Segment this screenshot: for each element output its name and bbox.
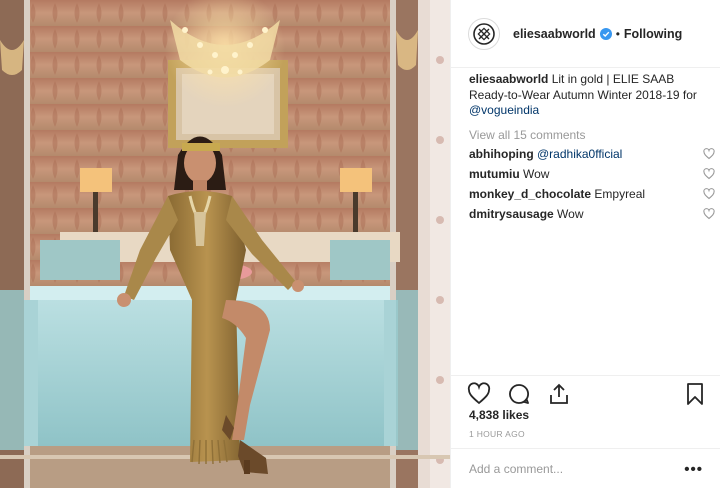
post-header: eliesaabworld • Following <box>451 0 720 68</box>
post-timestamp: 1 HOUR AGO <box>469 429 525 439</box>
following-button[interactable]: Following <box>624 27 682 41</box>
more-options-button[interactable]: ••• <box>684 461 703 478</box>
header-separator: • <box>615 26 620 41</box>
comment-text: Wow <box>523 166 550 181</box>
comment-text: Wow <box>557 206 584 221</box>
comment-username[interactable]: abhihoping <box>469 147 534 161</box>
comments-section: eliesaabworld Lit in gold | ELIE SAAB Re… <box>469 72 715 222</box>
bookmark-icon[interactable] <box>683 382 707 406</box>
add-comment-input[interactable] <box>469 461 669 476</box>
caption-mention-link[interactable]: @vogueindia <box>469 103 539 117</box>
view-all-comments-link[interactable]: View all 15 comments <box>469 128 709 142</box>
comment-text: Empyreal <box>594 186 646 201</box>
comment-mention-link[interactable]: @radhika0fficial <box>537 147 622 161</box>
comment-heart-icon[interactable] <box>703 167 715 180</box>
caption-username[interactable]: eliesaabworld <box>469 72 548 86</box>
like-heart-icon[interactable] <box>467 382 491 406</box>
post-photo[interactable] <box>0 0 450 488</box>
avatar[interactable] <box>468 17 500 50</box>
post-caption: eliesaabworld Lit in gold | ELIE SAAB Re… <box>469 72 709 119</box>
post-side-panel: eliesaabworld • Following eliesaabworld … <box>450 0 720 488</box>
comment-item: mutumiu Wow <box>469 166 715 182</box>
comment-username[interactable]: dmitrysausage <box>469 207 554 221</box>
instagram-post: eliesaabworld • Following eliesaabworld … <box>0 0 720 488</box>
comment-item: dmitrysausage Wow <box>469 206 715 222</box>
brand-logo-icon <box>473 22 495 45</box>
comment-username[interactable]: monkey_d_chocolate <box>469 187 591 201</box>
add-comment-bar: ••• <box>451 448 720 488</box>
comment-heart-icon[interactable] <box>703 187 715 200</box>
post-image <box>0 0 450 488</box>
comment-bubble-icon[interactable] <box>507 382 531 406</box>
comment-item: monkey_d_chocolate Empyreal <box>469 186 715 202</box>
comment-username[interactable]: mutumiu <box>469 167 520 181</box>
comment-heart-icon[interactable] <box>703 147 715 160</box>
verified-badge-icon <box>599 27 612 40</box>
post-author-username[interactable]: eliesaabworld <box>513 27 596 41</box>
share-icon[interactable] <box>547 382 571 406</box>
comment-item: abhihoping @radhika0fficial <box>469 147 715 162</box>
likes-count[interactable]: 4,838 likes <box>469 408 529 422</box>
comment-heart-icon[interactable] <box>703 207 715 220</box>
post-actions-bar <box>451 375 720 409</box>
